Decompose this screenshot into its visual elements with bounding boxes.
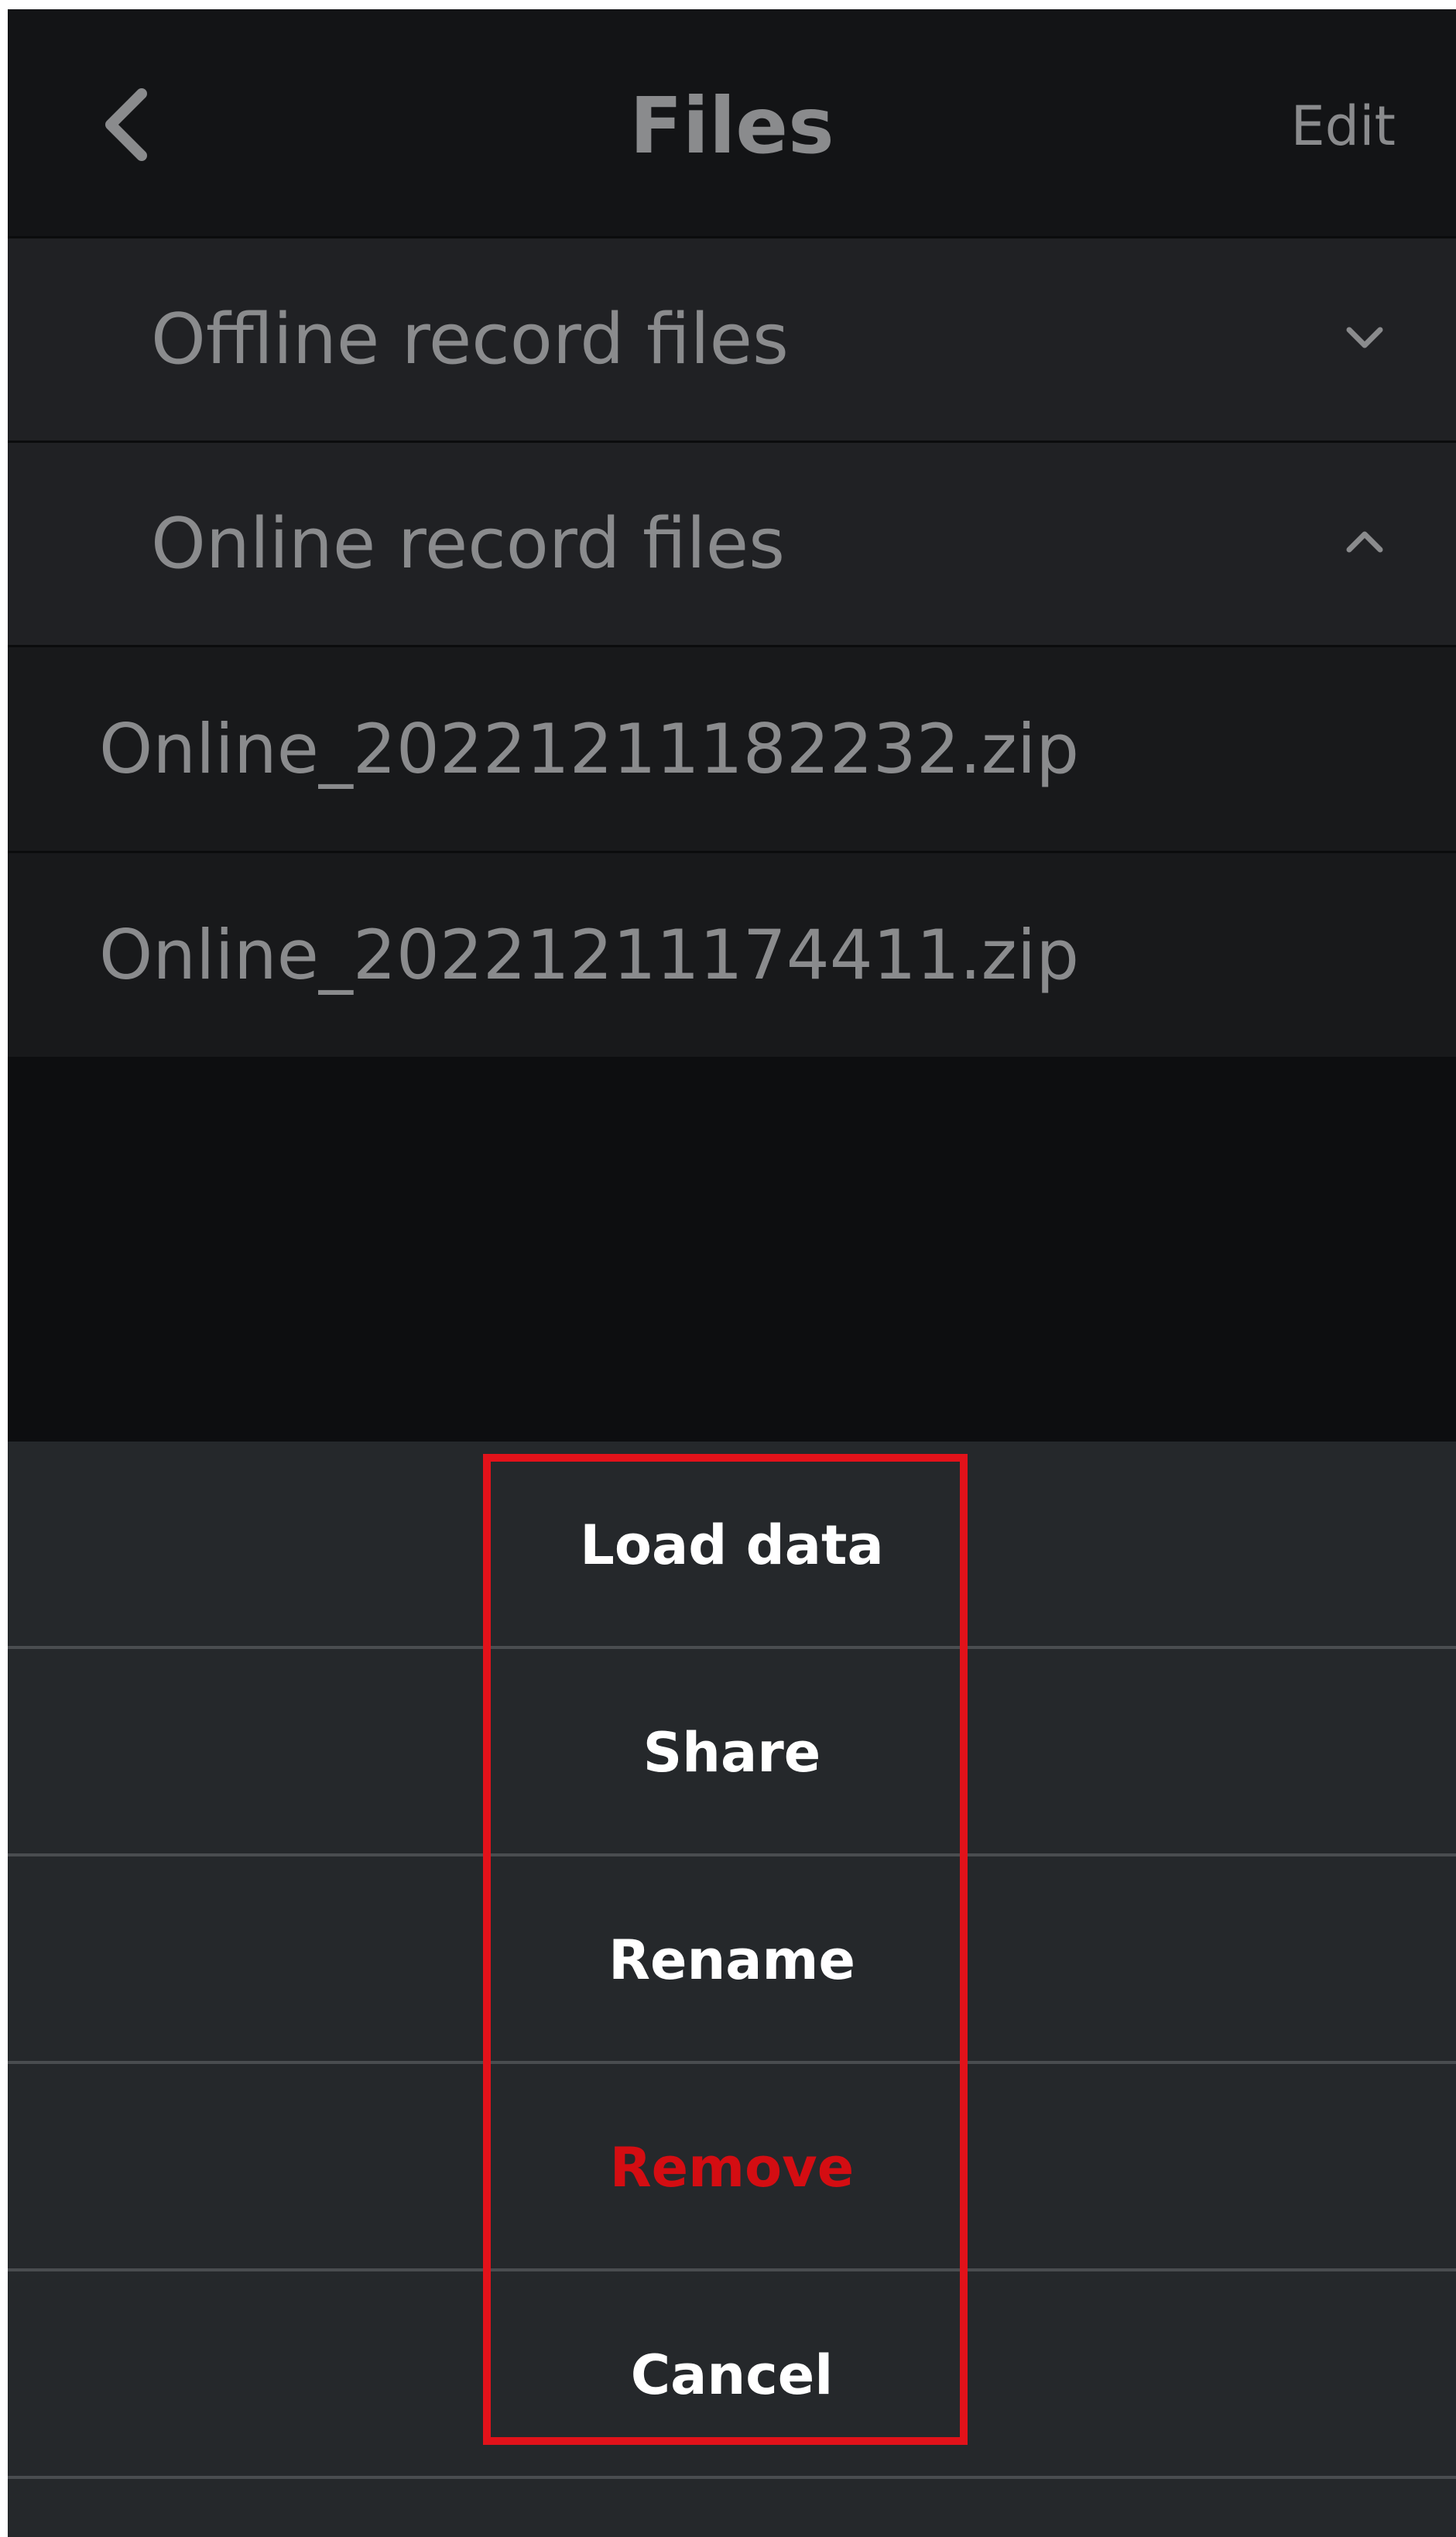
chevron-down-icon xyxy=(1346,327,1383,348)
file-row[interactable]: Online_20221211182232.zip xyxy=(8,645,1456,851)
file-name: Online_20221211182232.zip xyxy=(99,709,1080,789)
chevron-up-icon xyxy=(1346,531,1383,553)
rename-button[interactable]: Rename xyxy=(8,1856,1456,2064)
edit-button[interactable]: Edit xyxy=(1290,84,1396,169)
navigation-bar: Files Edit xyxy=(8,9,1456,236)
section-label: Online record files xyxy=(151,503,785,585)
files-screen: Files Edit Offline record files Online r… xyxy=(8,9,1456,2537)
page-title: Files xyxy=(629,81,834,171)
section-online-record-files[interactable]: Online record files xyxy=(8,441,1456,645)
remove-button[interactable]: Remove xyxy=(8,2064,1456,2271)
load-data-button[interactable]: Load data xyxy=(8,1442,1456,1649)
share-button[interactable]: Share xyxy=(8,1649,1456,1856)
file-row[interactable]: Online_20221211174411.zip xyxy=(8,851,1456,1057)
section-label: Offline record files xyxy=(151,299,789,380)
section-offline-record-files[interactable]: Offline record files xyxy=(8,236,1456,441)
file-name: Online_20221211174411.zip xyxy=(99,915,1080,995)
action-sheet: Load data Share Rename Remove Cancel xyxy=(8,1442,1456,2537)
cancel-button[interactable]: Cancel xyxy=(8,2271,1456,2479)
